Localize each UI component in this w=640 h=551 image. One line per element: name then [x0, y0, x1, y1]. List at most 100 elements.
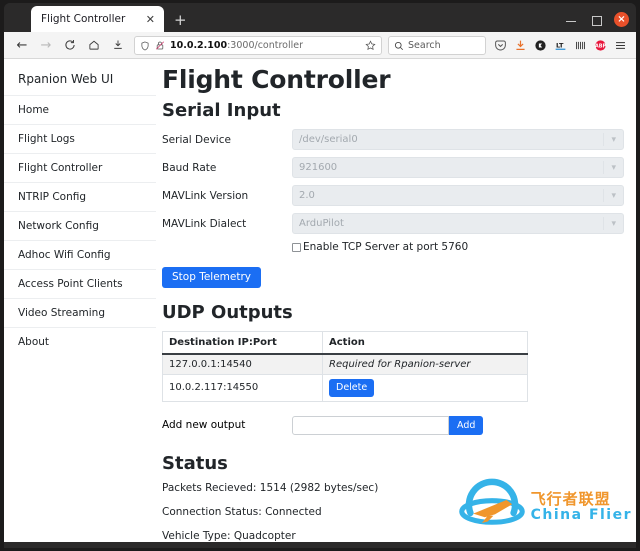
status-connection-status: Connection Status: Connected — [162, 505, 322, 518]
shield-icon[interactable] — [140, 36, 150, 55]
reload-icon[interactable] — [58, 34, 82, 56]
mavlink-dialect-value: ArduPilot — [299, 218, 344, 229]
extensions-toolbar: LT ABP — [490, 35, 630, 55]
tcp-server-checkbox-row[interactable]: Enable TCP Server at port 5760 — [292, 241, 624, 253]
search-bar[interactable]: Search — [388, 35, 486, 55]
form-row-mavlink-version: MAVLink Version 2.0 ▾ — [162, 185, 624, 206]
back-icon[interactable]: ← — [10, 34, 34, 56]
forward-icon[interactable]: → — [34, 34, 58, 56]
telemetry-button-row: Stop Telemetry — [162, 265, 624, 288]
menu-icon[interactable] — [610, 35, 630, 55]
window-bottom-strip — [4, 542, 636, 548]
status-packets-received: Packets Recieved: 1514 (2982 bytes/sec) — [162, 481, 379, 494]
serial-device-select[interactable]: /dev/serial0 ▾ — [292, 129, 624, 150]
baud-rate-select[interactable]: 921600 ▾ — [292, 157, 624, 178]
page-title: Flight Controller — [162, 65, 391, 94]
form-row-mavlink-dialect: MAVLink Dialect ArduPilot ▾ — [162, 213, 624, 234]
search-icon — [394, 36, 404, 55]
status-vehicle-type: Vehicle Type: Quadcopter — [162, 529, 296, 542]
chevron-down-icon: ▾ — [611, 190, 616, 201]
table-header-row: Destination IP:Port Action — [162, 331, 528, 355]
cell-destination: 10.0.2.117:14550 — [162, 374, 323, 401]
url-text: 10.0.2.100:3000/controller — [170, 39, 304, 51]
serial-device-value: /dev/serial0 — [299, 134, 358, 145]
sidebar-item-network-config[interactable]: Network Config — [4, 211, 156, 240]
sidebar-item-adhoc-wifi-config[interactable]: Adhoc Wifi Config — [4, 240, 156, 269]
minimize-icon[interactable] — [564, 13, 578, 27]
select-divider — [603, 189, 604, 202]
delete-button[interactable]: Delete — [329, 379, 375, 397]
title-bar: Flight Controller ✕ + × — [4, 3, 636, 32]
column-destination: Destination IP:Port — [162, 331, 323, 355]
chevron-down-icon: ▾ — [611, 218, 616, 229]
serial-input-heading: Serial Input — [162, 100, 281, 121]
mavlink-version-value: 2.0 — [299, 190, 315, 201]
close-icon[interactable]: × — [614, 12, 629, 27]
svg-text:ABP: ABP — [594, 43, 605, 49]
tab-close-icon[interactable]: ✕ — [144, 14, 157, 25]
serial-device-label: Serial Device — [162, 133, 231, 146]
sidebar-item-flight-controller[interactable]: Flight Controller — [4, 153, 156, 182]
baud-rate-label: Baud Rate — [162, 161, 217, 174]
sidebar-item-ntrip-config[interactable]: NTRIP Config — [4, 182, 156, 211]
mavlink-dialect-select[interactable]: ArduPilot ▾ — [292, 213, 624, 234]
barcode-icon[interactable] — [570, 35, 590, 55]
form-row-baud-rate: Baud Rate 921600 ▾ — [162, 157, 624, 178]
cell-destination: 127.0.0.1:14540 — [162, 353, 323, 375]
tab-title: Flight Controller — [41, 13, 126, 25]
sidebar-item-video-streaming[interactable]: Video Streaming — [4, 298, 156, 327]
lock-broken-icon[interactable] — [155, 36, 165, 55]
baud-rate-value: 921600 — [299, 162, 338, 173]
chevron-down-icon: ▾ — [611, 134, 616, 145]
sidebar-item-access-point-clients[interactable]: Access Point Clients — [4, 269, 156, 298]
badge-icon[interactable]: ABP — [590, 35, 610, 55]
sidebar-item-about[interactable]: About — [4, 327, 156, 356]
required-note: Required for Rpanion-server — [329, 358, 471, 370]
window-controls: × — [564, 12, 629, 27]
navigation-toolbar: ← → 10.0.2.100:3000/controller Search LT… — [4, 32, 636, 59]
search-placeholder: Search — [408, 39, 441, 51]
mavlink-version-label: MAVLink Version — [162, 189, 249, 202]
select-divider — [603, 161, 604, 174]
sidebar-item-flight-logs[interactable]: Flight Logs — [4, 124, 156, 153]
column-action: Action — [322, 331, 528, 355]
main-content: Flight Controller Serial Input Serial De… — [156, 59, 636, 542]
home-icon[interactable] — [82, 34, 106, 56]
brand-title: Rpanion Web UI — [18, 72, 114, 86]
stop-telemetry-button[interactable]: Stop Telemetry — [162, 267, 262, 288]
select-divider — [603, 133, 604, 146]
ghostery-icon[interactable] — [530, 35, 550, 55]
cell-action: Delete — [322, 374, 528, 401]
add-output-button[interactable]: Add — [449, 415, 484, 435]
table-row: 127.0.0.1:14540 Required for Rpanion-ser… — [162, 353, 528, 375]
sidebar-item-home[interactable]: Home — [4, 95, 156, 124]
pocket-save-icon[interactable] — [106, 34, 130, 56]
add-output-input[interactable] — [292, 415, 449, 435]
udp-outputs-heading: UDP Outputs — [162, 301, 293, 323]
browser-tab[interactable]: Flight Controller ✕ — [31, 6, 164, 32]
new-tab-button[interactable]: + — [174, 13, 187, 28]
add-output-row: Add new output Add — [162, 415, 624, 435]
table-row: 10.0.2.117:14550 Delete — [162, 374, 528, 401]
form-row-serial-device: Serial Device /dev/serial0 ▾ — [162, 129, 624, 150]
sidebar: Rpanion Web UI Home Flight Logs Flight C… — [4, 59, 156, 542]
select-divider — [603, 217, 604, 230]
svg-text:LT: LT — [555, 41, 563, 49]
download-icon[interactable] — [510, 35, 530, 55]
status-heading: Status — [162, 452, 228, 474]
maximize-icon[interactable] — [589, 13, 603, 27]
mavlink-dialect-label: MAVLink Dialect — [162, 217, 247, 230]
pocket-icon[interactable] — [490, 35, 510, 55]
address-bar[interactable]: 10.0.2.100:3000/controller — [134, 35, 382, 55]
browser-window: Flight Controller ✕ + × ← → 10.0.2.100:3… — [4, 3, 636, 548]
tcp-server-label: Enable TCP Server at port 5760 — [303, 241, 469, 253]
chevron-down-icon: ▾ — [611, 162, 616, 173]
mavlink-version-select[interactable]: 2.0 ▾ — [292, 185, 624, 206]
cell-action: Required for Rpanion-server — [322, 353, 528, 375]
languagetool-icon[interactable]: LT — [550, 35, 570, 55]
page-viewport: Rpanion Web UI Home Flight Logs Flight C… — [4, 59, 636, 542]
add-output-label: Add new output — [162, 419, 246, 431]
udp-outputs-table: Destination IP:Port Action 127.0.0.1:145… — [162, 330, 528, 402]
tcp-server-checkbox[interactable] — [292, 242, 301, 252]
bookmark-star-icon[interactable] — [365, 36, 376, 55]
